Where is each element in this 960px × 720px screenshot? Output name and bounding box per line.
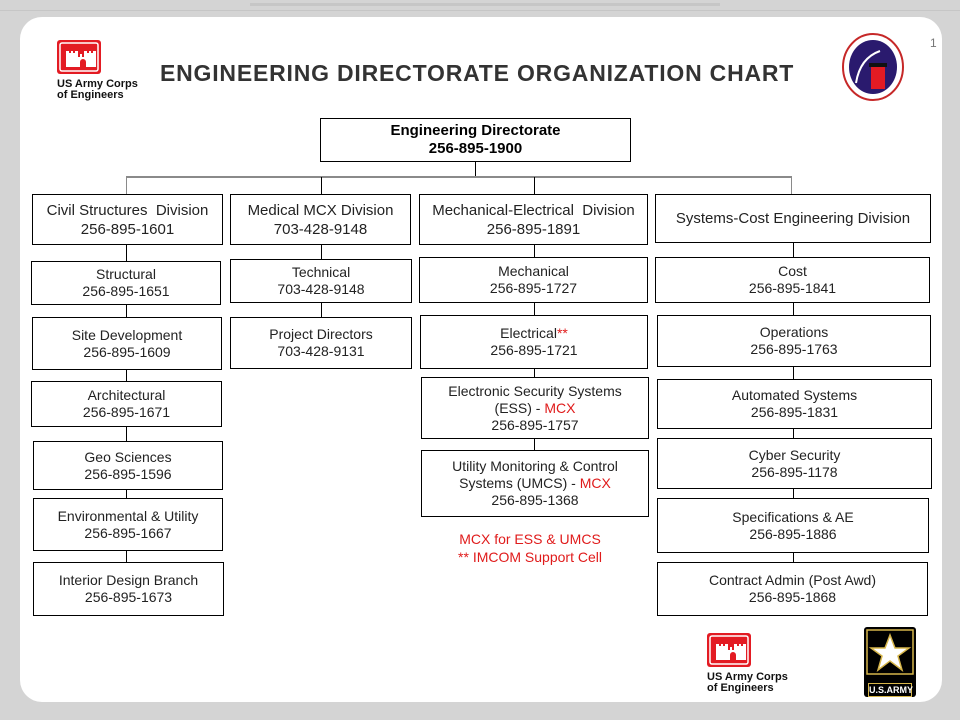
connector [126,176,792,178]
box-phone: 256-895-1841 [748,280,837,296]
box-title: Mechanical-Electrical Division [432,201,635,219]
huntsville-seal-icon [842,33,904,101]
castle-icon [707,633,751,667]
imcom-mark: ** [556,325,568,341]
box-title: Mechanical [498,263,569,279]
box-phone: 256-895-1891 [486,220,581,238]
box-phone: 256-895-1900 [428,140,523,157]
box-title: Operations [759,324,829,340]
org-box-engineering-directorate: Engineering Directorate 256-895-1900 [320,118,631,162]
box-title: Electronic Security Systems [448,382,622,399]
page-title: ENGINEERING DIRECTORATE ORGANIZATION CHA… [160,60,795,86]
box-title: Geo Sciences [84,448,172,465]
box-title: Technical [291,264,351,280]
box-phone: 703-428-9131 [277,343,365,359]
box-phone: 256-895-1651 [82,283,170,299]
box-phone: 256-895-1178 [751,463,838,480]
box-phone: 256-895-1368 [491,492,579,508]
box-phone: 256-895-1727 [489,280,578,296]
org-box-structural: Structural 256-895-1651 [31,261,221,305]
org-box-interior-design-branch: Interior Design Branch 256-895-1673 [33,562,224,616]
box-title: Automated Systems [731,387,858,403]
box-title: Interior Design Branch [58,572,199,588]
box-title: Civil Structures Division [46,201,209,219]
box-title-text: Electrical [500,325,557,341]
mcx-mark: MCX [579,475,611,491]
box-title: Contract Admin (Post Awd) [708,572,877,588]
star-icon [866,629,914,675]
footnote: MCX for ESS & UMCS ** IMCOM Support Cell [430,530,630,566]
box-phone: 256-895-1601 [80,220,175,238]
org-box-civil-structures-division: Civil Structures Division 256-895-1601 [32,194,223,245]
box-subtitle-text: Systems (UMCS) - [459,475,580,491]
box-title: Structural [96,266,156,282]
usace-logo-bottom: US Army Corps of Engineers [707,633,788,694]
box-phone: 256-895-1886 [749,525,837,542]
box-title: Project Directors [269,326,373,342]
org-box-operations: Operations 256-895-1763 [657,315,931,367]
box-title: Cyber Security [748,446,841,463]
box-phone: 703-428-9148 [277,281,365,297]
org-box-systems-cost-engineering-division: Systems-Cost Engineering Division [655,194,931,243]
usace-logo-text: US Army Corps of Engineers [707,671,788,694]
org-box-project-directors: Project Directors 703-428-9131 [230,317,412,369]
connector [791,177,792,194]
box-phone: 256-895-1673 [84,589,173,605]
org-box-cyber-security: Cyber Security 256-895-1178 [657,438,932,489]
org-box-architectural: Architectural 256-895-1671 [31,381,222,427]
mcx-mark: MCX [544,399,576,416]
box-title: Specifications & AE [732,508,854,525]
box-phone: 256-895-1831 [750,404,839,420]
org-box-utility-monitoring-control: Utility Monitoring & Control Systems (UMC… [421,450,649,517]
box-title: Medical MCX Division [247,201,394,219]
org-box-geo-sciences: Geo Sciences 256-895-1596 [33,441,223,490]
org-box-automated-systems: Automated Systems 256-895-1831 [657,379,932,429]
box-phone: 256-895-1868 [748,589,837,605]
org-box-mechanical: Mechanical 256-895-1727 [419,257,648,303]
us-army-logo: U.S.ARMY [864,627,916,697]
connector [475,161,476,177]
box-title: Utility Monitoring & Control [452,458,618,474]
usace-logo: US Army Corps of Engineers [57,40,138,101]
box-title: Engineering Directorate [390,122,561,139]
connector [534,177,535,194]
box-phone: 256-895-1763 [750,341,838,357]
box-phone: 256-895-1757 [491,416,579,433]
org-box-environmental-utility: Environmental & Utility 256-895-1667 [33,498,223,551]
box-subtitle: Systems (UMCS) - MCX [459,475,611,492]
page-number: 1 [930,36,937,50]
box-title: Site Development [71,326,183,343]
army-label: U.S.ARMY [868,683,914,697]
box-phone: 256-895-1721 [490,342,578,358]
org-box-medical-mcx-division: Medical MCX Division 703-428-9148 [230,194,411,245]
background-line [0,10,960,11]
footnote-mcx: MCX for ESS & UMCS [459,531,601,547]
usace-logo-text: US Army Corps of Engineers [57,78,138,101]
org-box-mechanical-electrical-division: Mechanical-Electrical Division 256-895-1… [419,194,648,245]
org-box-site-development: Site Development 256-895-1609 [32,317,222,370]
connector [126,177,127,194]
org-box-technical: Technical 703-428-9148 [230,259,412,303]
box-phone: 256-895-1667 [84,524,172,541]
box-phone: 256-895-1609 [83,343,171,360]
box-subtitle: (ESS) - MCX [495,400,576,417]
org-box-cost: Cost 256-895-1841 [655,257,930,303]
background-line [250,3,720,6]
org-box-specifications-ae: Specifications & AE 256-895-1886 [657,498,929,553]
castle-icon [57,40,101,74]
box-phone: 256-895-1596 [84,465,172,482]
box-title: Environmental & Utility [57,507,199,524]
box-phone: 256-895-1671 [82,404,171,420]
footnote-imcom: ** IMCOM Support Cell [458,549,602,565]
org-box-contract-admin: Contract Admin (Post Awd) 256-895-1868 [657,562,928,616]
box-title: Systems-Cost Engineering Division [675,210,911,227]
box-title: Cost [778,263,807,279]
box-subtitle-text: (ESS) - [494,399,545,416]
box-title: Architectural [87,387,166,403]
connector [321,177,322,194]
org-box-electrical: Electrical** 256-895-1721 [420,315,648,369]
org-box-electronic-security-systems: Electronic Security Systems (ESS) - MCX 25… [421,377,649,439]
box-title: Electrical** [500,325,568,342]
box-phone: 703-428-9148 [273,220,368,238]
